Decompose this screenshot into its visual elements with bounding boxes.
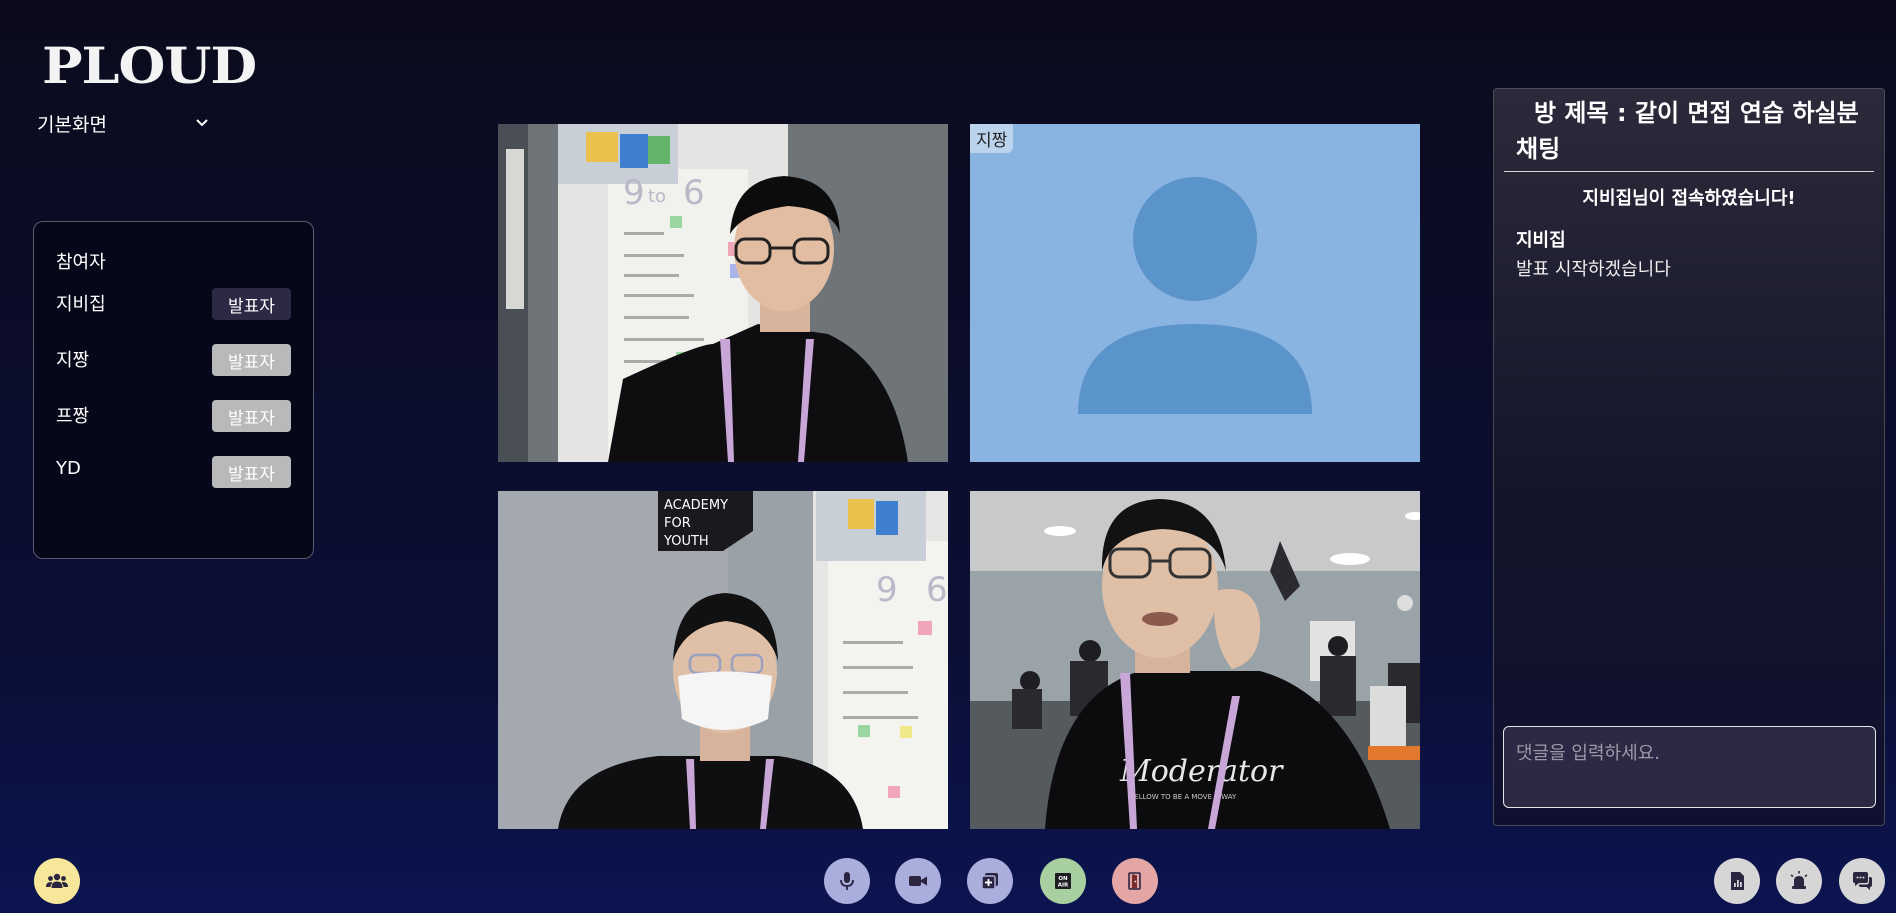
participants-panel: 참여자 지비집 발표자 지짱 발표자 프짱 발표자 YD 발표자	[33, 221, 314, 559]
avatar-placeholder-icon	[970, 124, 1420, 462]
participant-row: YD 발표자	[56, 456, 291, 512]
svg-text:9: 9	[876, 570, 898, 610]
chat-toggle-button[interactable]	[1839, 858, 1885, 904]
svg-text:YOUTH: YOUTH	[663, 534, 709, 549]
alert-button[interactable]	[1776, 858, 1822, 904]
chat-bubbles-icon	[1853, 872, 1872, 890]
svg-text:6: 6	[683, 173, 705, 213]
svg-text:FOR: FOR	[664, 516, 691, 531]
video-name-tag: 지짱	[970, 124, 1014, 153]
svg-text:AIR: AIR	[1058, 883, 1069, 889]
microphone-icon	[840, 872, 854, 890]
chat-message: 지비집 발표 시작하겠습니다	[1494, 226, 1884, 281]
chat-room-title: 방 제목 : 같이 면접 연습 하실분 채팅	[1516, 99, 1859, 163]
participant-name: 지비집	[56, 294, 106, 315]
participant-row: 프짱 발표자	[56, 400, 291, 456]
svg-text:to: to	[648, 186, 666, 207]
presenter-button[interactable]: 발표자	[212, 288, 291, 320]
chat-message-author: 지비집	[1516, 230, 1566, 251]
svg-text:ON: ON	[1058, 876, 1068, 882]
svg-text:6: 6	[926, 570, 948, 610]
on-air-button[interactable]: ON AIR	[1040, 858, 1086, 904]
video-camera-icon	[909, 876, 927, 886]
participant-name: YD	[56, 458, 81, 479]
participant-row: 지비집 발표자	[56, 288, 291, 344]
video-tile-1: 9 to 6	[498, 124, 948, 462]
participant-name: 지짱	[56, 350, 90, 371]
webcam-feed: ACADEMY FOR YOUTH 9 6	[498, 491, 948, 829]
svg-text:Moderator: Moderator	[1119, 754, 1284, 789]
participants-title: 참여자	[56, 252, 106, 273]
video-tile-3: ACADEMY FOR YOUTH 9 6	[498, 491, 948, 829]
add-screen-icon	[981, 873, 998, 890]
webcam-feed: Moderator YELLOW TO BE A MOVE A WAY	[970, 491, 1420, 829]
webcam-feed: 9 to 6	[498, 124, 948, 462]
leave-room-button[interactable]	[1112, 858, 1158, 904]
microphone-button[interactable]	[824, 858, 870, 904]
alarm-siren-icon	[1790, 871, 1808, 889]
chevron-down-icon	[196, 116, 208, 131]
video-tile-4: Moderator YELLOW TO BE A MOVE A WAY	[970, 491, 1420, 829]
video-tile-2: 지짱	[970, 124, 1420, 462]
app-logo: PLOUD	[42, 36, 257, 95]
chat-panel: 방 제목 : 같이 면접 연습 하실분 채팅 지비집님이 접속하였습니다! 지비…	[1493, 88, 1885, 826]
exit-door-icon	[1128, 872, 1141, 890]
svg-text:ACADEMY: ACADEMY	[664, 498, 728, 513]
view-mode-value: 기본화면	[37, 114, 107, 136]
users-icon	[46, 873, 68, 888]
presenter-button[interactable]: 발표자	[212, 344, 291, 376]
presenter-button[interactable]: 발표자	[212, 456, 291, 488]
on-air-icon: ON AIR	[1055, 873, 1071, 889]
participant-row: 지짱 발표자	[56, 344, 291, 400]
svg-text:9: 9	[623, 173, 645, 213]
camera-button[interactable]	[895, 858, 941, 904]
report-chart-icon	[1731, 872, 1744, 890]
chat-input[interactable]	[1503, 726, 1876, 808]
report-button[interactable]	[1714, 858, 1760, 904]
participants-toggle-button[interactable]	[34, 858, 80, 904]
participant-name: 프짱	[56, 406, 90, 427]
chat-message-text: 발표 시작하겠습니다	[1516, 259, 1671, 280]
chat-system-message: 지비집님이 접속하였습니다!	[1582, 188, 1796, 209]
view-mode-select[interactable]: 기본화면	[37, 110, 212, 137]
screen-share-button[interactable]	[967, 858, 1013, 904]
chat-divider	[1504, 171, 1874, 172]
presenter-button[interactable]: 발표자	[212, 400, 291, 432]
